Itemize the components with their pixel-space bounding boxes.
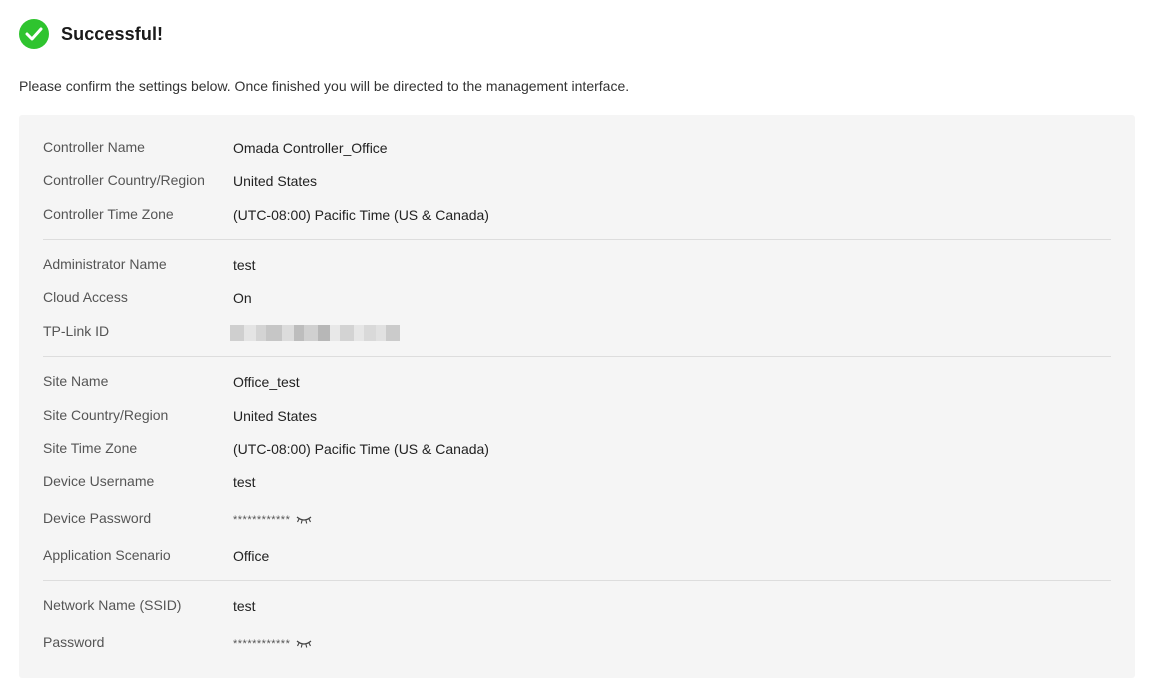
check-circle-icon bbox=[19, 19, 49, 49]
device-password-label: Device Password bbox=[43, 510, 152, 526]
controller-country-label: Controller Country/Region bbox=[43, 172, 205, 188]
controller-timezone-row: Controller Time Zone (UTC-08:00) Pacific… bbox=[43, 206, 1111, 226]
controller-timezone-value: (UTC-08:00) Pacific Time (US & Canada) bbox=[233, 207, 489, 223]
tplink-id-redacted bbox=[230, 325, 410, 341]
site-name-value: Office_test bbox=[233, 374, 300, 390]
site-timezone-row: Site Time Zone (UTC-08:00) Pacific Time … bbox=[43, 440, 1111, 460]
site-country-label: Site Country/Region bbox=[43, 407, 169, 423]
wifi-password-field: ************ bbox=[233, 638, 312, 650]
instruction-text: Please confirm the settings below. Once … bbox=[19, 78, 630, 94]
tplink-id-label: TP-Link ID bbox=[43, 323, 110, 339]
wifi-password-value: ************ bbox=[233, 638, 291, 650]
device-password-row: Device Password ************ bbox=[43, 510, 1111, 530]
site-timezone-label: Site Time Zone bbox=[43, 440, 138, 456]
device-password-value: ************ bbox=[233, 514, 291, 526]
site-timezone-value: (UTC-08:00) Pacific Time (US & Canada) bbox=[233, 441, 489, 457]
tplink-id-row: TP-Link ID bbox=[43, 323, 1111, 343]
section-divider bbox=[43, 580, 1111, 581]
cloud-access-label: Cloud Access bbox=[43, 289, 128, 305]
ssid-value: test bbox=[233, 598, 256, 614]
eye-closed-icon[interactable] bbox=[296, 639, 312, 649]
controller-name-row: Controller Name Omada Controller_Office bbox=[43, 139, 1111, 159]
controller-country-value: United States bbox=[233, 173, 318, 189]
section-divider bbox=[43, 239, 1111, 240]
controller-timezone-label: Controller Time Zone bbox=[43, 206, 174, 222]
wifi-password-row: Password ************ bbox=[43, 634, 1111, 654]
controller-name-label: Controller Name bbox=[43, 139, 145, 155]
site-country-value: United States bbox=[233, 408, 318, 424]
site-name-label: Site Name bbox=[43, 373, 109, 389]
application-scenario-label: Application Scenario bbox=[43, 547, 171, 563]
cloud-access-row: Cloud Access On bbox=[43, 289, 1111, 309]
eye-closed-icon[interactable] bbox=[296, 515, 312, 525]
device-username-label: Device Username bbox=[43, 473, 155, 489]
site-name-row: Site Name Office_test bbox=[43, 373, 1111, 393]
site-country-row: Site Country/Region United States bbox=[43, 407, 1111, 427]
admin-name-row: Administrator Name test bbox=[43, 256, 1111, 276]
admin-name-value: test bbox=[233, 257, 256, 273]
settings-summary-panel: Controller Name Omada Controller_Office … bbox=[19, 115, 1135, 678]
success-header: Successful! bbox=[19, 19, 163, 49]
application-scenario-value: Office bbox=[233, 548, 270, 564]
section-divider bbox=[43, 356, 1111, 357]
device-username-row: Device Username test bbox=[43, 473, 1111, 493]
controller-country-row: Controller Country/Region United States bbox=[43, 172, 1111, 192]
admin-name-label: Administrator Name bbox=[43, 256, 167, 272]
device-password-field: ************ bbox=[233, 514, 312, 526]
ssid-label: Network Name (SSID) bbox=[43, 597, 182, 613]
ssid-row: Network Name (SSID) test bbox=[43, 597, 1111, 617]
cloud-access-value: On bbox=[233, 290, 252, 306]
controller-name-value: Omada Controller_Office bbox=[233, 140, 388, 156]
page-title: Successful! bbox=[61, 23, 164, 44]
wifi-password-label: Password bbox=[43, 634, 105, 650]
device-username-value: test bbox=[233, 474, 256, 490]
application-scenario-row: Application Scenario Office bbox=[43, 547, 1111, 567]
